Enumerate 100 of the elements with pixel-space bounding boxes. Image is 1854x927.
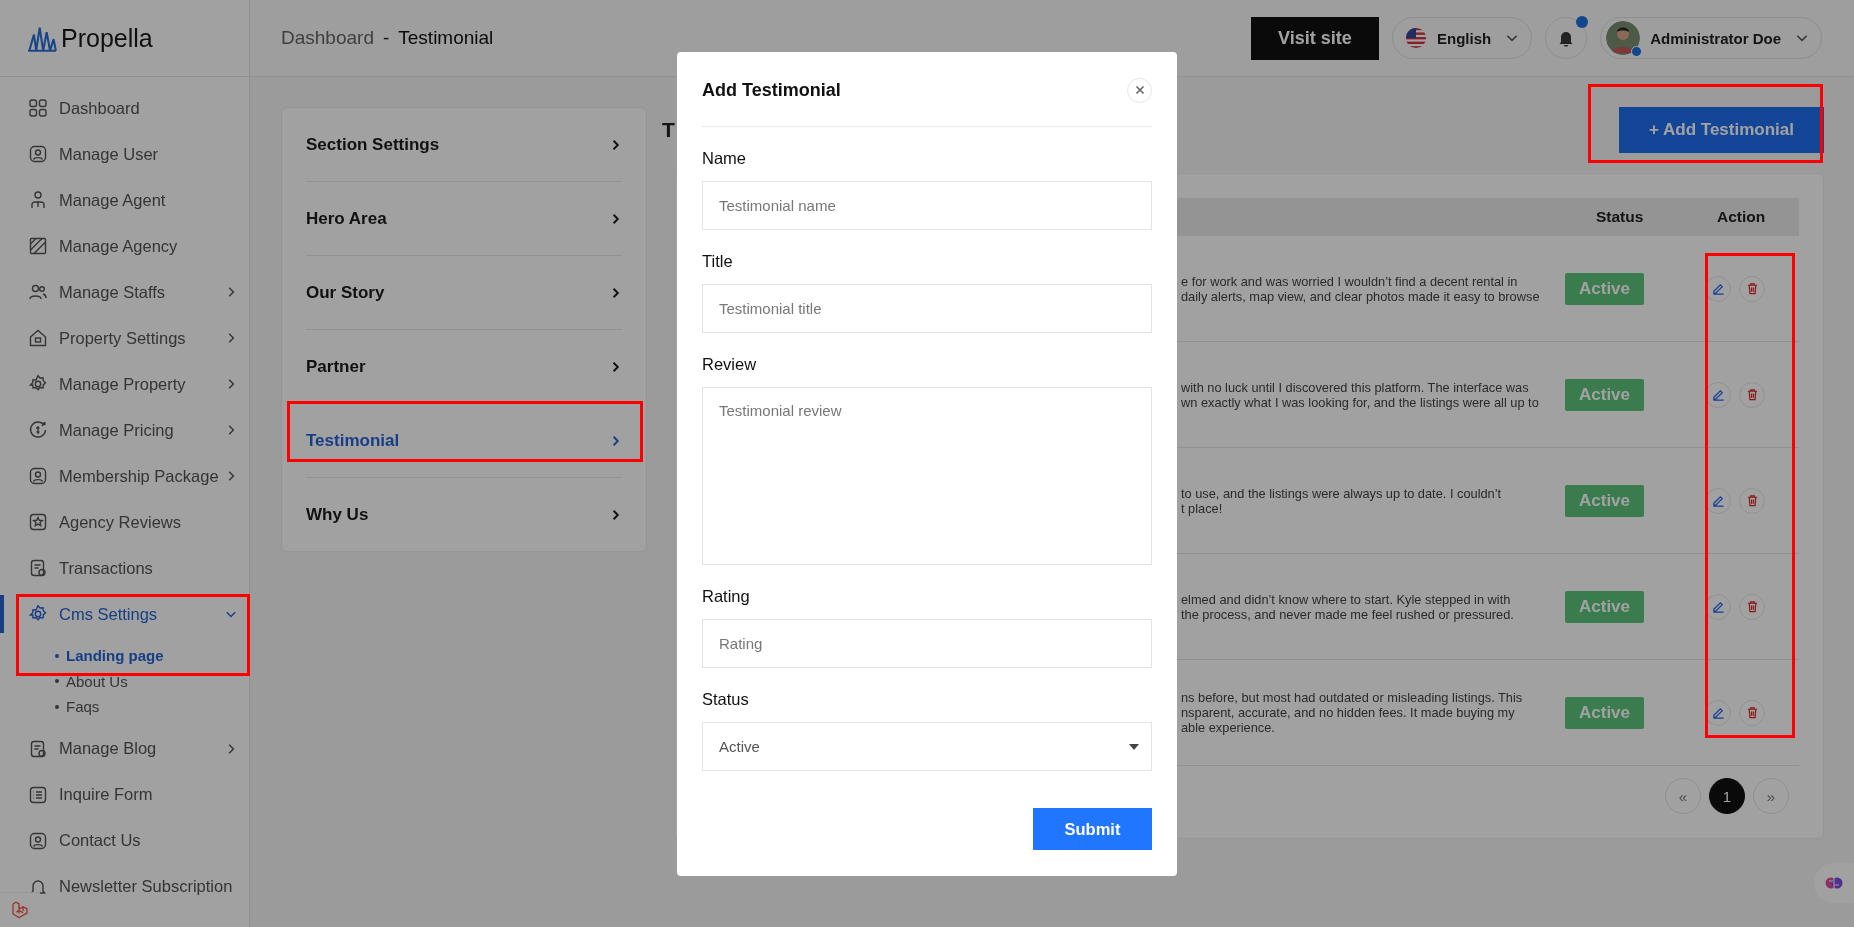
user-icon bbox=[28, 144, 48, 164]
input-field[interactable]: Testimonial name bbox=[702, 181, 1152, 230]
cube-icon bbox=[10, 900, 30, 920]
next-page-button[interactable]: » bbox=[1753, 778, 1789, 814]
status-badge: Active bbox=[1565, 272, 1645, 305]
settings-menu-item[interactable]: Partner bbox=[306, 330, 622, 404]
sidebar-item[interactable]: Contact Us bbox=[0, 817, 249, 864]
settings-menu-item[interactable]: Our Story bbox=[306, 256, 622, 330]
chevron-icon bbox=[610, 434, 622, 447]
trash-icon bbox=[1745, 706, 1759, 719]
add-testimonial-button[interactable]: + Add Testimonial bbox=[1619, 107, 1824, 153]
visit-site-button[interactable]: Visit site bbox=[1250, 16, 1379, 60]
page-button[interactable]: 1 bbox=[1709, 778, 1745, 814]
pencil-icon bbox=[1711, 600, 1725, 613]
trash-icon bbox=[1745, 600, 1759, 613]
document-icon bbox=[28, 738, 48, 759]
status-badge: Active bbox=[1565, 484, 1645, 517]
field-label: Title bbox=[702, 251, 734, 271]
chevron-icon bbox=[610, 212, 622, 225]
delete-button[interactable] bbox=[1739, 275, 1765, 302]
logo-text: Propella bbox=[61, 23, 153, 53]
person-icon bbox=[28, 190, 48, 210]
users-icon bbox=[28, 282, 48, 302]
breadcrumb-separator: - bbox=[382, 27, 390, 49]
submit-button[interactable]: Submit bbox=[1033, 808, 1152, 850]
avatar bbox=[1606, 21, 1641, 55]
sidebar-item[interactable]: Manage Blog bbox=[0, 725, 249, 772]
user-icon bbox=[28, 466, 48, 486]
submenu-item[interactable]: About Us bbox=[55, 668, 249, 694]
review-text: with no luck until I discovered this platform. The interface was wn exactly what I was looking for, and the listings were all up to bbox=[1181, 379, 1540, 410]
trash-icon bbox=[1745, 494, 1759, 507]
status-badge: Active bbox=[1565, 590, 1645, 623]
settings-menu-item[interactable]: Section Settings bbox=[306, 108, 622, 182]
field-label: Review bbox=[702, 354, 758, 374]
sidebar-item[interactable]: Transactions bbox=[0, 545, 249, 591]
input-field[interactable]: Testimonial title bbox=[702, 284, 1152, 333]
chevron-icon bbox=[610, 286, 622, 299]
sidebar-item[interactable]: Agency Reviews bbox=[0, 499, 249, 545]
review-text: elmed and didn’t know where to start. Kyle stepped in with the process, and never made me feel rushed or pressured. bbox=[1181, 591, 1515, 622]
textarea-field[interactable]: Testimonial review bbox=[702, 387, 1152, 565]
sidebar-item[interactable]: Manage Staffs bbox=[0, 269, 249, 315]
chevron-icon bbox=[610, 138, 622, 151]
sidebar-item[interactable]: Manage Agent bbox=[0, 177, 249, 223]
flag-icon bbox=[1404, 27, 1427, 49]
sidebar-item[interactable]: Manage Pricing bbox=[0, 407, 249, 453]
grid-icon bbox=[28, 98, 48, 118]
select-field[interactable]: Active bbox=[702, 722, 1152, 771]
notification-button[interactable] bbox=[1545, 17, 1588, 59]
review-text: to use, and the listings were always up to date. I couldn’t t place! bbox=[1181, 485, 1503, 516]
sidebar-item[interactable]: Manage Property bbox=[0, 361, 249, 407]
sidebar-item[interactable]: Manage User bbox=[0, 131, 249, 177]
delete-button[interactable] bbox=[1739, 381, 1765, 408]
user-icon bbox=[28, 830, 48, 851]
status-badge: Active bbox=[1565, 378, 1645, 411]
status-badge: Active bbox=[1565, 696, 1645, 729]
breadcrumb-current: Testimonial bbox=[398, 27, 494, 49]
section-heading: T bbox=[662, 118, 675, 142]
user-menu[interactable]: Administrator Doe bbox=[1600, 17, 1822, 59]
house-icon bbox=[28, 328, 48, 348]
sidebar-item[interactable]: Inquire Form bbox=[0, 771, 249, 818]
sidebar-item[interactable]: Cms Settings bbox=[0, 591, 249, 637]
review-text: e for work and was worried I wouldn’t find a decent rental in daily alerts, map view, and clear photos made it easy to browse bbox=[1181, 273, 1541, 304]
chevron-icon bbox=[610, 508, 622, 521]
field-label: Name bbox=[702, 148, 747, 168]
field-label: Rating bbox=[702, 586, 751, 606]
submenu-item[interactable]: Landing page bbox=[55, 643, 249, 669]
pencil-icon bbox=[1711, 282, 1725, 295]
square-icon bbox=[28, 236, 48, 256]
pencil-icon bbox=[1711, 706, 1725, 719]
settings-menu-item[interactable]: Testimonial bbox=[306, 404, 622, 478]
coin-icon bbox=[28, 420, 48, 440]
list-icon bbox=[28, 784, 48, 805]
trash-icon bbox=[1745, 282, 1759, 295]
breadcrumb-link[interactable]: Dashboard bbox=[281, 27, 374, 49]
trash-icon bbox=[1745, 388, 1759, 401]
input-field[interactable]: Rating bbox=[702, 619, 1152, 668]
delete-button[interactable] bbox=[1739, 699, 1765, 726]
close-icon bbox=[1134, 85, 1145, 95]
pencil-icon bbox=[1711, 494, 1725, 507]
settings-menu-item[interactable]: Hero Area bbox=[306, 182, 622, 256]
assistant-button[interactable] bbox=[1814, 863, 1854, 903]
close-button[interactable] bbox=[1127, 77, 1152, 103]
field-label: Status bbox=[702, 689, 750, 709]
sidebar-item[interactable]: Manage Agency bbox=[0, 223, 249, 269]
sidebar-item[interactable]: Membership Package bbox=[0, 453, 249, 499]
delete-button[interactable] bbox=[1739, 593, 1765, 620]
submenu-item[interactable]: Faqs bbox=[55, 694, 249, 720]
column-header: Status bbox=[1595, 208, 1645, 226]
sidebar-item[interactable]: Property Settings bbox=[0, 315, 249, 361]
dialog-title: Add Testimonial bbox=[702, 79, 841, 101]
caret-icon bbox=[1129, 743, 1139, 750]
delete-button[interactable] bbox=[1739, 487, 1765, 514]
document-icon bbox=[28, 558, 48, 578]
sidebar-item[interactable]: Dashboard bbox=[0, 85, 249, 131]
settings-menu-item[interactable]: Why Us bbox=[306, 478, 622, 551]
chevron-icon bbox=[610, 360, 622, 373]
column-header: Action bbox=[1716, 208, 1767, 226]
previous-page-button[interactable]: « bbox=[1665, 778, 1701, 814]
pencil-icon bbox=[1711, 388, 1725, 401]
language-dropdown[interactable]: English bbox=[1391, 17, 1533, 59]
